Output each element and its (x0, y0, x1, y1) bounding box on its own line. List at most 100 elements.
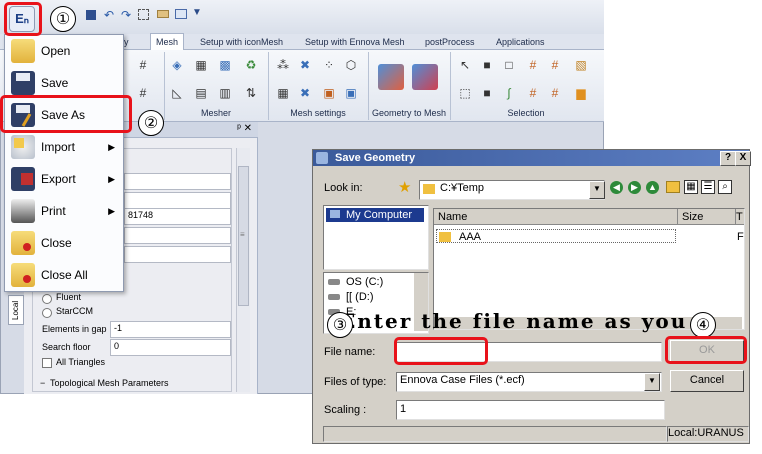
panel-field-5[interactable] (124, 246, 231, 263)
tab-partial[interactable]: y (124, 34, 129, 50)
grid-icon[interactable] (138, 9, 149, 20)
search-floor-input[interactable]: 0 (110, 339, 231, 356)
panel-field-4[interactable] (124, 227, 231, 244)
square-fill2-icon[interactable]: ■ (480, 86, 494, 100)
drive-item-d[interactable]: [[ (D:) (328, 291, 374, 303)
cancel-button[interactable]: Cancel (670, 370, 744, 392)
mesh-icon[interactable]: # (136, 86, 150, 100)
printer-icon (11, 199, 35, 223)
column-header-size[interactable]: Size (678, 209, 736, 225)
panel-field-1[interactable] (124, 173, 231, 190)
places-item-my-computer[interactable]: My Computer (326, 208, 424, 222)
new-folder-icon[interactable] (666, 181, 680, 193)
instruction-text: Enter the file name as you (340, 309, 688, 333)
drive-item-c[interactable]: OS (C:) (328, 276, 383, 288)
cube-select-icon[interactable]: ▆ (574, 86, 588, 100)
panel-scrollbar[interactable] (236, 148, 250, 392)
look-in-dropdown-button[interactable]: ▼ (589, 181, 605, 199)
radio-starccm[interactable] (42, 308, 52, 318)
vertical-tab-local[interactable]: Local (8, 295, 24, 325)
radio-fluent[interactable] (42, 294, 52, 304)
tab-applications[interactable]: Applications (496, 34, 545, 50)
column-header-type[interactable]: T (736, 209, 744, 225)
back-icon[interactable]: ◀ (610, 181, 623, 194)
square-fill-icon[interactable]: ■ (480, 58, 494, 72)
cube2-icon[interactable]: ▣ (344, 86, 358, 100)
grid-select-icon[interactable]: # (526, 58, 540, 72)
menu-item-close-all[interactable]: Close All (5, 259, 123, 291)
menu-label: Print (41, 204, 66, 218)
mesh-icon[interactable]: # (136, 58, 150, 72)
ribbon-group-geometry-to-mesh: Geometry to Mesh (368, 52, 451, 120)
tab-setup-ennova[interactable]: Setup with Ennova Mesh (305, 34, 405, 50)
menu-item-open[interactable]: Open (5, 35, 123, 67)
tool-icon[interactable] (157, 10, 169, 18)
menu-item-print[interactable]: Print ▶ (5, 195, 123, 227)
grid-mesh-icon[interactable]: ▩ (218, 58, 232, 72)
cube-icon[interactable]: ▣ (322, 86, 336, 100)
cells-icon[interactable]: ⁂ (276, 58, 290, 72)
tri-icon[interactable]: ◺ (170, 86, 184, 100)
undo-icon[interactable]: ↶ (104, 8, 114, 22)
pointer-icon[interactable]: ↖ (458, 58, 472, 72)
section-collapse-icon[interactable]: − (40, 378, 45, 388)
scaling-input[interactable]: 1 (396, 400, 665, 420)
folder-open-icon (11, 39, 35, 63)
tab-postprocess[interactable]: postProcess (425, 34, 475, 50)
geometry-to-mesh-icon[interactable] (378, 64, 404, 90)
split-icon[interactable]: ⇅ (244, 86, 258, 100)
elements-in-gap-input[interactable]: -1 (110, 321, 231, 338)
file-row[interactable]: AAA (436, 229, 676, 243)
star-icon[interactable]: ★ (398, 178, 411, 196)
status-bar (323, 426, 667, 442)
radio-starccm-label: StarCCM (56, 306, 94, 316)
preview-icon[interactable]: ⌕ (718, 180, 732, 194)
forward-icon[interactable]: ▶ (628, 181, 641, 194)
window-icon[interactable] (175, 9, 187, 19)
all-triangles-checkbox[interactable] (42, 358, 52, 368)
save-icon[interactable] (86, 10, 96, 20)
help-button[interactable]: ? (720, 151, 736, 166)
hex-icon[interactable]: ⬡ (344, 58, 358, 72)
cross2-icon[interactable]: ✖ (298, 86, 312, 100)
volume-mesh-icon[interactable]: ▦ (194, 58, 208, 72)
refresh-icon[interactable]: ♻ (244, 58, 258, 72)
up-folder-icon[interactable]: ▲ (646, 181, 659, 194)
panel-field-id[interactable]: 81748 (124, 208, 231, 225)
list-view-icon[interactable]: ▦ (684, 180, 698, 194)
grid-select3-icon[interactable]: # (526, 86, 540, 100)
floppy-icon (11, 71, 35, 95)
menu-item-export[interactable]: Export ▶ (5, 163, 123, 195)
customize-icon[interactable]: ▼ (192, 7, 202, 18)
panel-pin-icon[interactable]: ᵖ ✕ (237, 123, 252, 134)
files-of-type-combo[interactable]: Ennova Case Files (*.ecf) (396, 372, 662, 392)
files-of-type-dropdown-button[interactable]: ▼ (644, 373, 660, 391)
menu-item-import[interactable]: Import ▶ (5, 131, 123, 163)
redo-icon[interactable]: ↷ (121, 8, 131, 22)
box-mesh-icon[interactable]: ▤ (194, 86, 208, 100)
tab-setup-iconmesh[interactable]: Setup with iconMesh (200, 34, 283, 50)
panel-field-2[interactable] (124, 192, 231, 209)
divider-handle[interactable]: ≡ (240, 230, 245, 239)
mesh2-icon[interactable]: ▦ (276, 86, 290, 100)
file-name: AAA (459, 231, 482, 243)
column-header-name[interactable]: Name (434, 209, 678, 225)
look-in-combo[interactable]: C:¥Temp (419, 180, 605, 200)
file-type-cell: F (737, 231, 744, 243)
geometry-to-mesh2-icon[interactable] (412, 64, 438, 90)
square-icon[interactable]: □ (502, 58, 516, 72)
dots-icon[interactable]: ⁘ (322, 58, 336, 72)
layer-icon[interactable]: ▥ (218, 86, 232, 100)
box-select-icon[interactable]: ▧ (574, 58, 588, 72)
close-button[interactable]: X (735, 151, 751, 166)
grid-select2-icon[interactable]: # (548, 58, 562, 72)
detail-view-icon[interactable]: ☰ (701, 180, 715, 194)
menu-item-close[interactable]: Close (5, 227, 123, 259)
grid-select4-icon[interactable]: # (548, 86, 562, 100)
rect-select-icon[interactable]: ⬚ (458, 86, 472, 100)
places-list[interactable]: My Computer (323, 205, 429, 270)
tab-mesh[interactable]: Mesh (150, 33, 185, 51)
surface-mesh-icon[interactable]: ◈ (170, 58, 184, 72)
cross-icon[interactable]: ✖ (298, 58, 312, 72)
curve-icon[interactable]: ∫ (502, 86, 516, 100)
